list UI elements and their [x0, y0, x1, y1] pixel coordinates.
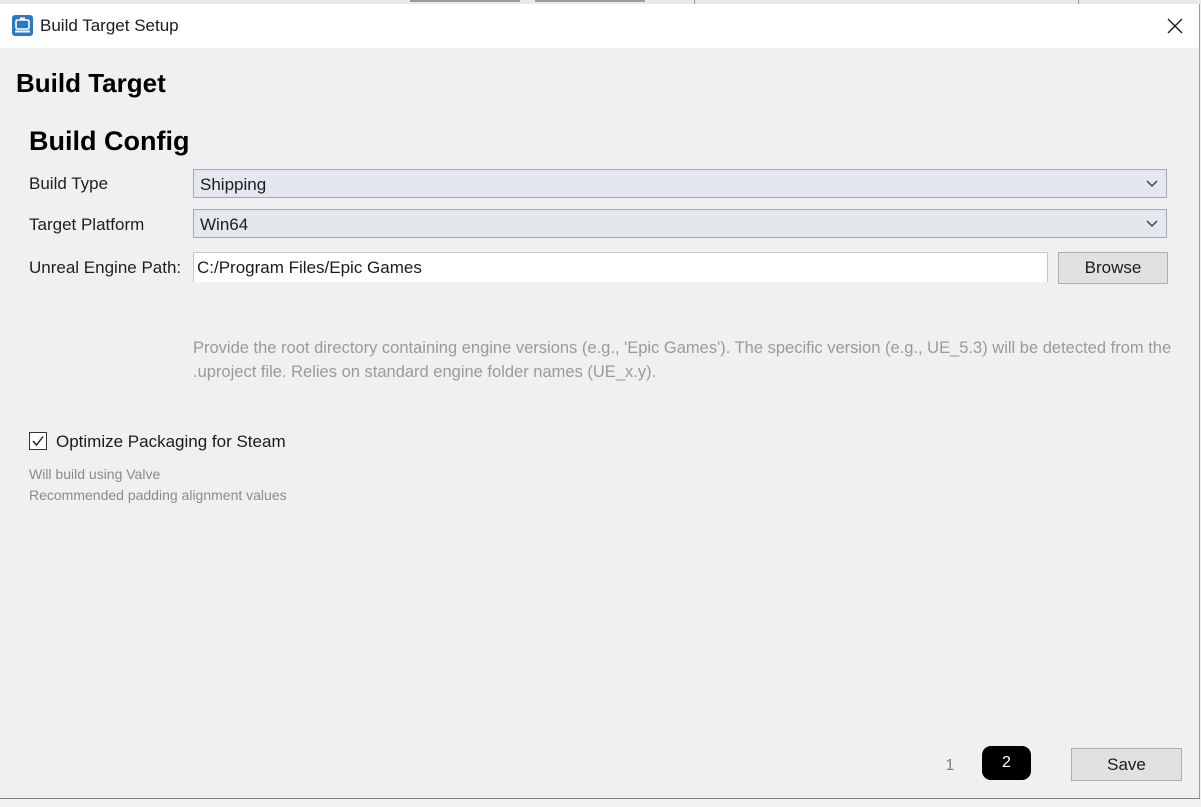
save-button[interactable]: Save — [1071, 748, 1182, 781]
engine-path-label: Unreal Engine Path: — [29, 258, 182, 277]
target-platform-value: Win64 — [200, 215, 249, 234]
chevron-down-icon — [1146, 180, 1158, 187]
target-platform-label: Target Platform — [29, 215, 145, 234]
build-type-value: Shipping — [200, 175, 267, 194]
engine-path-input[interactable] — [193, 252, 1048, 282]
section-title-build-config: Build Config — [29, 126, 190, 156]
build-type-label: Build Type — [29, 174, 109, 193]
page-2-button[interactable]: 2 — [982, 746, 1031, 780]
optimize-steam-label[interactable]: Optimize Packaging for Steam — [56, 432, 286, 452]
title-bar: Build Target Setup — [0, 4, 1199, 48]
dialog-window: Build Target Setup Build Target Build Co… — [0, 4, 1200, 799]
chevron-down-icon — [1146, 220, 1158, 227]
target-platform-select[interactable]: Win64 — [193, 209, 1167, 238]
steam-note-line1: Will build using Valve — [29, 466, 161, 482]
window-title: Build Target Setup — [40, 16, 179, 35]
close-icon — [1167, 18, 1183, 34]
app-icon — [12, 15, 33, 36]
engine-path-hint: Provide the root directory containing en… — [193, 339, 1172, 381]
background-tab — [410, 0, 520, 2]
checkmark-icon — [32, 436, 44, 447]
background-tab — [535, 0, 645, 2]
browse-button[interactable]: Browse — [1058, 252, 1168, 284]
close-button[interactable] — [1150, 4, 1199, 48]
steam-note-line2: Recommended padding alignment values — [29, 487, 287, 503]
optimize-steam-checkbox[interactable] — [29, 432, 47, 450]
page-title: Build Target — [16, 68, 166, 98]
build-type-select[interactable]: Shipping — [193, 169, 1167, 198]
page-1-button[interactable]: 1 — [935, 749, 965, 783]
